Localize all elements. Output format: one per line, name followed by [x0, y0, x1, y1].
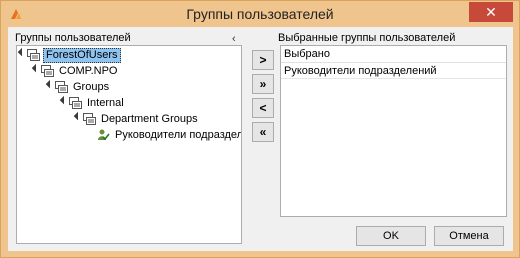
- list-header: Выбрано: [281, 46, 506, 63]
- selected-groups-list[interactable]: Выбрано Руководители подразделений: [280, 45, 507, 217]
- tree-node-label: Groups: [73, 81, 110, 93]
- dialog-window: Группы пользователей ✕ Группы пользовате…: [0, 0, 520, 258]
- group-icon: [27, 49, 40, 61]
- expand-arrow-icon[interactable]: [45, 79, 55, 89]
- group-icon: [55, 81, 68, 93]
- dialog-content: Группы пользователей ‹ ForestOfUsers COM…: [8, 27, 513, 251]
- cancel-button[interactable]: Отмена: [434, 226, 504, 246]
- collapse-arrow-icon[interactable]: ‹: [232, 33, 236, 45]
- expand-arrow-icon[interactable]: [73, 111, 83, 121]
- tree-node-label: Department Groups: [101, 113, 198, 125]
- right-panel-label: Выбранные группы пользователей: [278, 32, 456, 44]
- ok-button[interactable]: OK: [356, 226, 426, 246]
- list-item[interactable]: Руководители подразделений: [281, 63, 506, 79]
- expand-arrow-icon[interactable]: [31, 63, 41, 73]
- tree-node-label: ForestOfUsers: [43, 48, 121, 63]
- remove-all-button[interactable]: «: [252, 122, 274, 142]
- window-title: Группы пользователей: [186, 6, 334, 22]
- add-all-button[interactable]: »: [252, 74, 274, 94]
- user-group-check-icon: [98, 129, 110, 141]
- title-bar[interactable]: Группы пользователей ✕: [1, 1, 519, 27]
- tree-node-label: COMP.NPO: [59, 65, 118, 77]
- expand-arrow-icon[interactable]: [59, 95, 69, 105]
- add-selected-button[interactable]: >: [252, 50, 274, 70]
- expand-arrow-icon[interactable]: [17, 47, 27, 57]
- left-panel-label: Группы пользователей: [15, 32, 131, 44]
- close-button[interactable]: ✕: [469, 2, 513, 22]
- tree-node-label: Internal: [87, 97, 124, 109]
- tree-node-label: Руководители подразделений: [115, 129, 242, 141]
- group-icon: [83, 113, 96, 125]
- user-groups-tree[interactable]: ForestOfUsers COMP.NPO Groups Internal D: [16, 45, 242, 244]
- remove-selected-button[interactable]: <: [252, 98, 274, 118]
- group-icon: [41, 65, 54, 77]
- group-icon: [69, 97, 82, 109]
